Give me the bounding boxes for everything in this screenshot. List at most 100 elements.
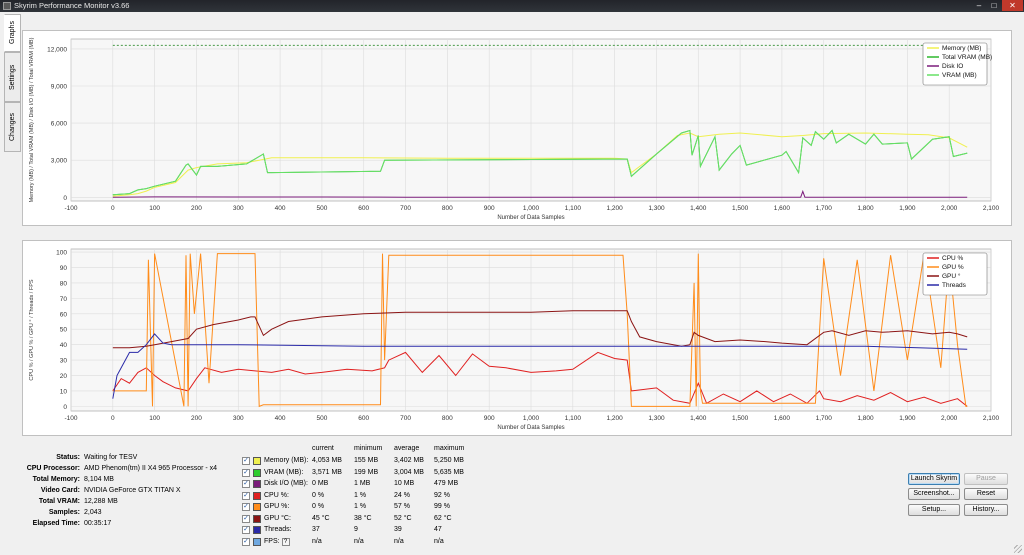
setup-button[interactable]: Setup... — [908, 504, 960, 516]
metric-checkbox[interactable]: ✓ — [242, 457, 250, 465]
legend-label: Threads — [942, 282, 967, 289]
metric-minimum: n/a — [354, 537, 364, 545]
metric-name-text: GPU °C: — [264, 514, 291, 522]
x-tick-label: 1,300 — [648, 205, 665, 212]
info-value: 8,104 MB — [84, 476, 114, 483]
close-button[interactable]: ✕ — [1002, 0, 1023, 11]
metric-checkbox[interactable]: ✓ — [242, 480, 250, 488]
x-tick-label: 900 — [484, 205, 495, 212]
metric-checkbox[interactable]: ✓ — [242, 468, 250, 477]
reset-button[interactable]: Reset — [964, 488, 1008, 500]
metric-current: 45 °C — [312, 514, 330, 522]
x-tick-label: 0 — [111, 415, 115, 422]
metric-checkbox[interactable]: ✓ — [242, 526, 250, 534]
history-button[interactable]: History... — [964, 504, 1008, 516]
cpu-gpu-chart-panel: -100 0 100 200 300 400 500 600 700 800 900 1,000 1,1… — [22, 240, 1012, 436]
metric-checkbox[interactable]: ✓ — [242, 491, 250, 500]
metric-current: 0 MB — [312, 480, 329, 487]
metric-row: ✓ Disk I/O (MB): 0 MB 1 MB 10 MB 479 MB — [242, 479, 482, 490]
metric-name-text: GPU %: — [264, 503, 290, 510]
metric-maximum: 479 MB — [434, 480, 459, 487]
metric-minimum: 1 % — [354, 491, 367, 499]
tab-changes[interactable]: Changes — [4, 102, 21, 152]
x-tick-label: 1,700 — [816, 415, 833, 422]
metric-current: 0 % — [312, 491, 325, 499]
metric-maximum: 99 % — [434, 503, 450, 510]
pause-button[interactable]: Pause — [964, 473, 1008, 485]
info-value: 00:35:17 — [84, 520, 112, 527]
x-tick-label: 2,000 — [941, 205, 958, 212]
x-tick-label: 400 — [275, 205, 286, 212]
metric-checkbox[interactable]: ✓ — [242, 503, 250, 511]
metric-minimum: 155 MB — [354, 457, 379, 464]
metric-name-text: Threads: — [264, 526, 292, 533]
color-swatch[interactable] — [253, 457, 261, 465]
x-tick-label: 2,000 — [941, 415, 958, 422]
color-swatch[interactable] — [253, 468, 261, 477]
launch-skyrim-button[interactable]: Launch Skyrim — [908, 473, 960, 485]
metric-name: FPS:? — [264, 537, 290, 546]
x-tick-label: 1,500 — [732, 415, 749, 422]
y-tick-label: 12,000 — [47, 46, 67, 53]
color-swatch[interactable] — [253, 503, 261, 511]
y-tick-label: 0 — [63, 195, 67, 202]
metric-row: ✓ Memory (MB): 4,053 MB 155 MB 3,402 MB 5,250… — [242, 456, 482, 467]
metric-row: ✓ VRAM (MB): 3,571 MB 199 MB 3,004 MB 5,635 M… — [242, 468, 482, 479]
x-tick-label: 1,200 — [606, 415, 623, 422]
color-swatch[interactable] — [253, 491, 261, 500]
y-axis-label: Memory (MB) / Total VRAM (MB) / Disk I/O… — [29, 37, 35, 202]
maximize-button[interactable]: □ — [987, 0, 1001, 11]
x-tick-label: 100 — [149, 415, 160, 422]
x-tick-label: 2,100 — [983, 205, 1000, 212]
y-tick-label: 20 — [60, 373, 68, 380]
resize-grip[interactable] — [1014, 545, 1022, 553]
info-label: Elapsed Time: — [32, 520, 80, 527]
metric-name: GPU °C: — [264, 515, 291, 522]
y-tick-label: 10 — [60, 388, 68, 395]
metric-checkbox[interactable]: ✓ — [242, 537, 250, 546]
legend-label: Total VRAM (MB) — [942, 54, 992, 61]
color-swatch[interactable] — [253, 514, 261, 523]
metric-name: Threads: — [264, 526, 292, 533]
x-tick-label: -100 — [64, 205, 77, 212]
color-swatch[interactable] — [253, 480, 261, 488]
info-label: Total Memory: — [32, 476, 80, 483]
x-tick-label: 200 — [191, 205, 202, 212]
legend-label: GPU ° — [942, 272, 961, 280]
screenshot-button[interactable]: Screenshot... — [908, 488, 960, 500]
x-tick-label: 200 — [191, 415, 202, 422]
tab-graphs-label: Graphs — [9, 21, 16, 45]
x-tick-label: 1,300 — [648, 415, 665, 422]
x-tick-label: 1,800 — [857, 415, 874, 422]
metric-maximum: 5,635 MB — [434, 468, 464, 476]
metric-name: Disk I/O (MB): — [264, 480, 308, 487]
metric-column-header: maximum — [434, 445, 465, 452]
x-tick-label: 300 — [233, 205, 244, 212]
color-swatch[interactable] — [253, 526, 261, 534]
legend-label: GPU % — [942, 264, 964, 271]
tab-settings[interactable]: Settings — [4, 52, 21, 102]
metric-name: CPU %: — [264, 492, 289, 499]
legend-label: VRAM (MB) — [942, 72, 977, 79]
metric-average: 57 % — [394, 503, 410, 510]
x-tick-label: 600 — [358, 205, 369, 212]
metric-average: 3,004 MB — [394, 468, 424, 476]
x-tick-label: 1,700 — [816, 205, 833, 212]
x-tick-label: 1,200 — [606, 205, 623, 212]
x-tick-label: 600 — [358, 415, 369, 422]
tab-graphs[interactable]: Graphs — [4, 14, 21, 52]
legend-label: CPU % — [942, 255, 964, 262]
metric-average: 10 MB — [394, 480, 415, 487]
fps-help-button[interactable]: ? — [281, 537, 290, 546]
metric-name: Memory (MB): — [264, 457, 308, 464]
metric-row: ✓ CPU %: 0 % 1 % 24 % 92 % — [242, 491, 482, 502]
x-tick-label: 300 — [233, 415, 244, 422]
minimize-button[interactable]: – — [972, 0, 986, 11]
y-tick-label: 0 — [63, 404, 67, 411]
metric-checkbox[interactable]: ✓ — [242, 514, 250, 523]
metric-current: 4,053 MB — [312, 457, 342, 464]
metric-name-text: VRAM (MB): — [264, 468, 304, 476]
metric-current: n/a — [312, 537, 322, 545]
x-tick-label: 1,000 — [523, 415, 540, 422]
color-swatch[interactable] — [253, 537, 261, 546]
